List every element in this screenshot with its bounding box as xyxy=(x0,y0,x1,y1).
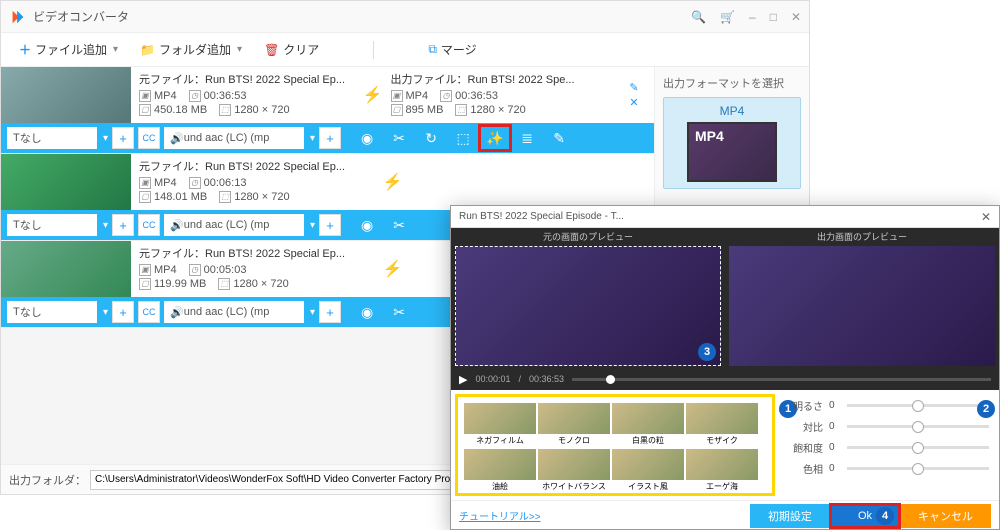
close-button[interactable]: ✕ xyxy=(791,10,801,24)
add-audio-button[interactable]: + xyxy=(319,127,341,149)
ok-button[interactable]: Ok4 xyxy=(830,504,900,528)
add-file-button[interactable]: ＋ファイル追加▾ xyxy=(11,37,126,62)
add-audio-button[interactable]: + xyxy=(319,214,341,236)
clock-icon: ◷ xyxy=(189,90,201,102)
video-thumbnail[interactable] xyxy=(1,241,131,297)
brightness-slider[interactable] xyxy=(847,404,989,407)
tutorial-link[interactable]: チュートリアル>> xyxy=(459,508,541,523)
merge-button[interactable]: ⧉マージ xyxy=(420,37,484,62)
cut-tool-icon[interactable]: ✂ xyxy=(383,125,415,151)
toolbar: ＋ファイル追加▾ 📁フォルダ追加▾ 🗑クリア ⧉マージ xyxy=(1,33,809,67)
cut-tool-icon[interactable]: ✂ xyxy=(383,299,415,325)
maximize-button[interactable]: □ xyxy=(770,10,777,24)
add-audio-button[interactable]: + xyxy=(319,301,341,323)
app-logo-icon xyxy=(9,8,27,26)
source-preview[interactable]: 3 xyxy=(455,246,721,366)
subtitle-select[interactable]: T なし xyxy=(7,214,97,236)
convert-arrow-icon: ⚡ xyxy=(383,241,403,297)
output-preview xyxy=(729,246,995,366)
folder-icon: ▢ xyxy=(139,104,151,116)
source-filename: 元ファイル：Run BTS! 2022 Special Ep... xyxy=(139,71,355,87)
dialog-close-icon[interactable]: ✕ xyxy=(981,210,991,224)
filter-thumb[interactable]: モノクロ xyxy=(538,403,610,447)
edit-icon[interactable]: ✎ xyxy=(629,81,638,94)
cart-icon[interactable]: 🛒 xyxy=(720,10,735,24)
file-item: 元ファイル：Run BTS! 2022 Special Ep... ▣MP4◷0… xyxy=(1,67,654,154)
add-subtitle-button[interactable]: + xyxy=(112,214,134,236)
video-thumbnail[interactable] xyxy=(1,154,131,210)
output-folder-label: 出力フォルダ： xyxy=(9,472,86,488)
add-subtitle-button[interactable]: + xyxy=(112,127,134,149)
preview-tool-icon[interactable]: ◉ xyxy=(351,212,383,238)
preview-tool-icon[interactable]: ◉ xyxy=(351,299,383,325)
file-item-toolbar: T なし▾ + CC 🔊 und aac (LC) (mp▾ + ◉ ✂ ↻ ⬚… xyxy=(1,123,654,153)
filter-gallery: ネガフィルム モノクロ 白黒の粒 モザイク 油絵 ホワイトバランス イラスト風 … xyxy=(455,394,775,496)
audio-track-select[interactable]: 🔊 und aac (LC) (mp xyxy=(164,214,304,236)
output-format-select[interactable]: MP4 xyxy=(663,97,801,189)
filter-thumb[interactable]: イラスト風 xyxy=(612,449,684,493)
search-icon[interactable]: 🔍 xyxy=(691,10,706,24)
mp4-format-icon xyxy=(687,122,777,182)
cut-tool-icon[interactable]: ✂ xyxy=(383,212,415,238)
subtitle-select[interactable]: T なし xyxy=(7,127,97,149)
annotation-badge-4: 4 xyxy=(876,507,894,525)
effects-dialog: Run BTS! 2022 Special Episode - T... ✕ 元… xyxy=(450,205,1000,530)
timeline-slider[interactable] xyxy=(572,378,991,381)
convert-arrow-icon: ⚡ xyxy=(363,67,383,123)
add-folder-button[interactable]: 📁フォルダ追加▾ xyxy=(132,37,250,62)
titlebar: ビデオコンバータ 🔍 🛒 – □ ✕ xyxy=(1,1,809,33)
output-preview-label: 出力画面のプレビュー xyxy=(817,230,907,243)
reset-button[interactable]: 初期設定 xyxy=(750,504,830,528)
adjustment-sliders: 明るさ0 対比0 飽和度0 色相0 2 xyxy=(779,390,999,500)
dialog-title: Run BTS! 2022 Special Episode - T... xyxy=(459,211,624,222)
convert-arrow-icon: ⚡ xyxy=(383,154,403,210)
preview-tool-icon[interactable]: ◉ xyxy=(351,125,383,151)
cancel-button[interactable]: キャンセル xyxy=(900,504,991,528)
saturation-slider[interactable] xyxy=(847,446,989,449)
remove-icon[interactable]: ✕ xyxy=(629,96,638,109)
dialog-footer: チュートリアル>> 初期設定 Ok4 キャンセル xyxy=(451,500,999,530)
format-icon: ▣ xyxy=(139,90,151,102)
output-filename: 出力ファイル：Run BTS! 2022 Spe... xyxy=(391,71,607,87)
filter-thumb[interactable]: モザイク xyxy=(686,403,758,447)
cc-button[interactable]: CC xyxy=(138,127,160,149)
crop-tool-icon[interactable]: ⬚ xyxy=(447,125,479,151)
annotation-badge-2: 2 xyxy=(977,400,995,418)
play-button-icon[interactable]: ▶ xyxy=(459,373,467,386)
source-preview-label: 元の画面のプレビュー xyxy=(543,230,633,243)
clear-button[interactable]: 🗑クリア xyxy=(256,37,327,62)
audio-track-select[interactable]: 🔊 und aac (LC) (mp xyxy=(164,301,304,323)
dialog-titlebar: Run BTS! 2022 Special Episode - T... ✕ xyxy=(451,206,999,228)
time-total: 00:36:53 xyxy=(529,374,564,384)
effects-tool-icon[interactable]: ✨ xyxy=(479,125,511,151)
subtitle-select[interactable]: T なし xyxy=(7,301,97,323)
add-subtitle-button[interactable]: + xyxy=(112,301,134,323)
filter-thumb[interactable]: ホワイトバランス xyxy=(538,449,610,493)
timeline: ▶ 00:00:01/00:36:53 xyxy=(451,368,999,390)
filter-thumb[interactable]: 油絵 xyxy=(464,449,536,493)
video-thumbnail[interactable] xyxy=(1,67,131,123)
contrast-slider[interactable] xyxy=(847,425,989,428)
highlight-tool-icon[interactable]: ✎ xyxy=(543,125,575,151)
hue-slider[interactable] xyxy=(847,467,989,470)
time-current: 00:00:01 xyxy=(475,374,510,384)
cc-button[interactable]: CC xyxy=(138,214,160,236)
filter-thumb[interactable]: ネガフィルム xyxy=(464,403,536,447)
app-title: ビデオコンバータ xyxy=(33,8,129,25)
dimensions-icon: ⬚ xyxy=(219,104,231,116)
audio-track-select[interactable]: 🔊 und aac (LC) (mp xyxy=(164,127,304,149)
filter-thumb[interactable]: 白黒の粒 xyxy=(612,403,684,447)
output-format-label: 出力フォーマットを選択 xyxy=(663,75,801,91)
preview-area: 元の画面のプレビュー 3 出力画面のプレビュー xyxy=(451,228,999,368)
annotation-badge-3: 3 xyxy=(698,343,716,361)
filter-thumb[interactable]: エーゲ海 xyxy=(686,449,758,493)
cc-button[interactable]: CC xyxy=(138,301,160,323)
minimize-button[interactable]: – xyxy=(749,10,756,24)
watermark-tool-icon[interactable]: ≣ xyxy=(511,125,543,151)
rotate-tool-icon[interactable]: ↻ xyxy=(415,125,447,151)
